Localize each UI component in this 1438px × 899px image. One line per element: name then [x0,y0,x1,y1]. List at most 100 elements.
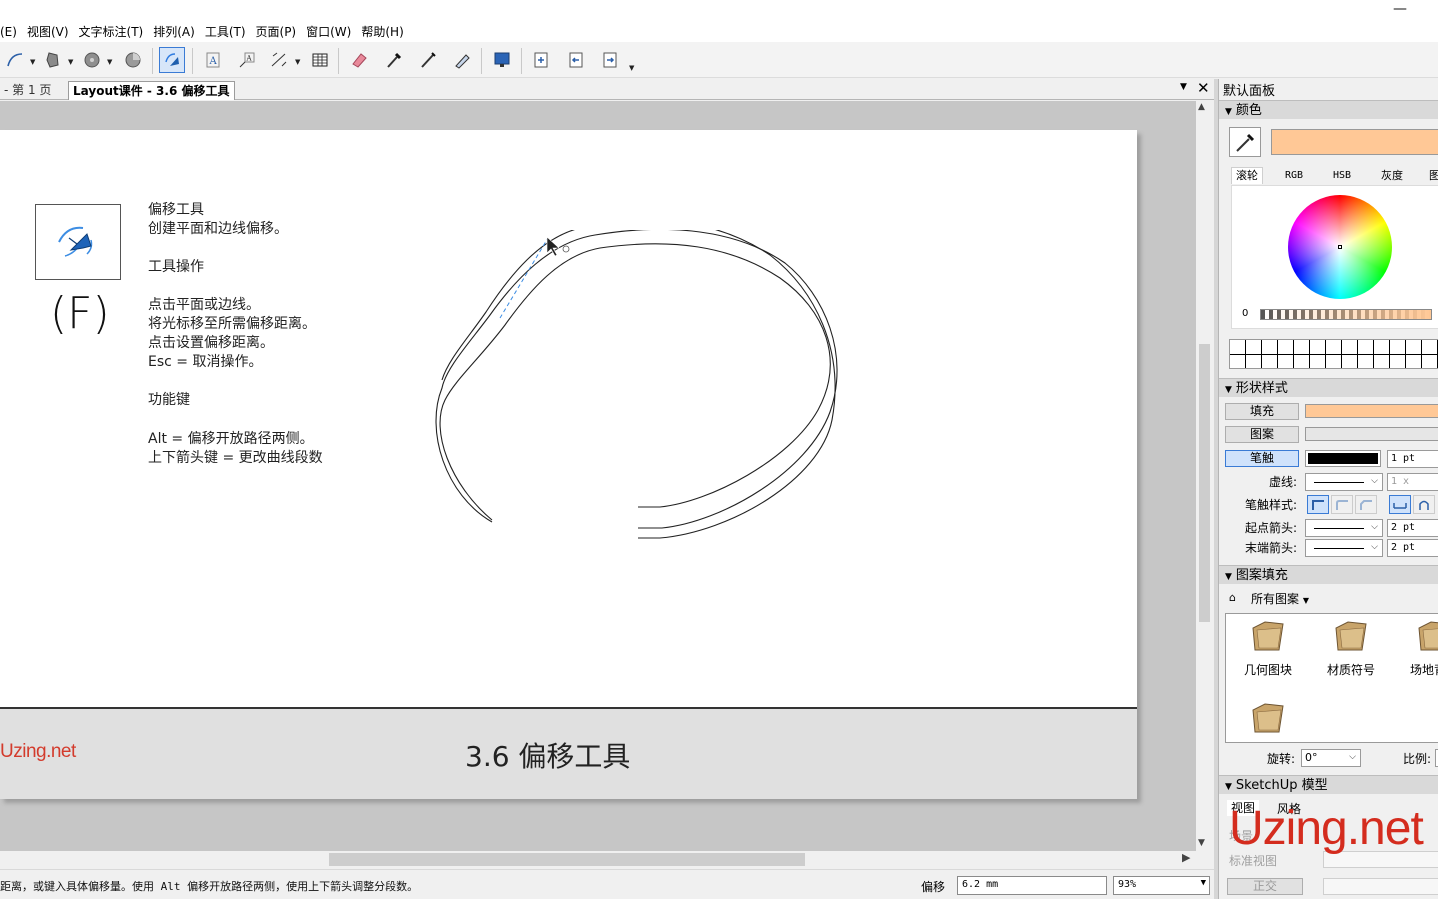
menu-help[interactable]: 帮助(H) [356,22,408,42]
color-picker-marker[interactable] [1338,245,1342,249]
dash-scale-field[interactable]: 1 x [1387,473,1438,491]
shape-style-section-header[interactable]: ▼ 形状样式 [1219,378,1438,397]
dash-select[interactable]: ⌵ [1305,473,1383,491]
color-wheel-area: 0 [1231,185,1438,329]
polygon-tool-button[interactable] [40,47,66,73]
color-wheel[interactable] [1288,195,1392,299]
home-icon[interactable]: ⌂ [1229,591,1236,604]
offset-icon [165,53,179,66]
join-miter-button[interactable] [1389,495,1411,514]
cap-square-button[interactable] [1355,495,1377,514]
zoom-value: 93% [1118,879,1137,890]
dimension-tool-button[interactable] [266,47,292,73]
document-canvas[interactable]: (F) 偏移工具 创建平面和边线偏移。 工具操作 点击平面或边线。 将光标移至所… [0,101,1196,851]
cap-round-button[interactable] [1331,495,1353,514]
rotate-select[interactable]: 0° ⌵ [1301,749,1361,767]
tab-page[interactable]: - 第 1 页 [0,81,55,100]
arc-tool-button[interactable] [2,47,28,73]
minimize-button[interactable]: — [1390,2,1410,18]
offset-icon [58,226,93,257]
stroke-color-swatch[interactable] [1305,450,1381,467]
toolbar: ▼ ▼ ▼ A A ▼ ▼ [0,42,1438,78]
join-round-button[interactable] [1413,495,1435,514]
tab-document[interactable]: Layout课件 - 3.6 偏移工具 [68,81,235,100]
opacity-slider[interactable] [1260,309,1432,320]
end-arrow-size-field[interactable]: 2 pt [1387,539,1438,557]
pattern-toggle-button[interactable]: 图案 [1225,426,1299,443]
tab-image[interactable]: 图 [1429,168,1438,184]
close-icon[interactable]: ✕ [1197,79,1210,97]
eyedropper-button[interactable] [1229,127,1261,157]
add-page-button[interactable] [528,47,554,73]
chevron-down-icon[interactable]: ▼ [68,58,73,66]
svg-text:A: A [246,55,253,63]
menu-pages[interactable]: 页面(P) [251,22,302,42]
tab-rgb[interactable]: RGB [1285,168,1303,184]
sketchup-model-section-header[interactable]: ▼ SketchUp 模型 [1219,775,1438,794]
folder-label: 几何图块 [1243,663,1292,677]
folder-icon [1418,621,1438,651]
split-tool-button[interactable] [415,47,441,73]
add-page-icon [534,52,548,68]
end-arrow-select[interactable]: ⌵ [1305,539,1383,557]
eraser-tool-button[interactable] [346,47,372,73]
label-tool-button[interactable]: A [234,47,260,73]
menu-arrange[interactable]: 排列(A) [148,22,200,42]
menu-window[interactable]: 窗口(W) [301,22,356,42]
offset-value-input[interactable]: 6.2 mm [957,876,1107,895]
menu-tools[interactable]: 工具(T) [200,22,251,42]
tab-hsb[interactable]: HSB [1333,168,1351,184]
stroke-toggle-button[interactable]: 笔触 [1225,450,1299,467]
menu-text[interactable]: 文字标注(T) [74,22,149,42]
vertical-scroll-thumb[interactable] [1199,344,1210,622]
style-tool-button[interactable] [381,47,407,73]
colors-section-header[interactable]: ▼ 颜色 [1219,100,1438,119]
tab-color-wheel[interactable]: 滚轮 [1231,167,1263,184]
pie-tool-button[interactable] [120,47,146,73]
scroll-up-icon[interactable]: ▲ [1198,102,1205,112]
next-page-button[interactable] [597,47,623,73]
fill-toggle-button[interactable]: 填充 [1225,403,1299,420]
pattern-fill-section-header[interactable]: ▼ 图案填充 [1219,565,1438,584]
ortho-button[interactable]: 正交 [1227,878,1303,895]
scroll-right-icon[interactable]: ▶ [1182,851,1190,864]
presentation-button[interactable] [489,47,515,73]
menu-edit[interactable]: (E) [0,22,22,42]
folder-icon [1252,703,1284,733]
toolbar-overflow-icon[interactable]: ▼ [629,64,634,72]
tab-grayscale[interactable]: 灰度 [1381,168,1403,184]
chevron-down-icon[interactable]: ▼ [107,58,112,66]
layout-page[interactable]: (F) 偏移工具 创建平面和边线偏移。 工具操作 点击平面或边线。 将光标移至所… [0,130,1137,799]
table-tool-button[interactable] [307,47,333,73]
start-arrow-select[interactable]: ⌵ [1305,519,1383,537]
outer-offset-curve [439,243,831,521]
menu-view[interactable]: 视图(V) [22,22,74,42]
text-tool-button[interactable]: A [200,47,226,73]
offset-drawing[interactable] [430,230,850,550]
circle-tool-button[interactable] [79,47,105,73]
pattern-library-select[interactable]: 所有图案 ▼ [1251,590,1309,607]
horizontal-scroll-thumb[interactable] [329,853,805,866]
chevron-down-icon: ▼ [1302,596,1309,605]
tab-list-icon[interactable]: ▼ [1180,82,1187,92]
cap-butt-button[interactable] [1307,495,1329,514]
current-color-swatch[interactable] [1271,129,1438,155]
chevron-down-icon[interactable]: ▼ [30,58,35,66]
folder-material[interactable]: 材质符号 [1311,620,1391,678]
folder-more[interactable] [1228,702,1308,742]
start-arrow-size-field[interactable]: 2 pt [1387,519,1438,537]
chevron-down-icon[interactable]: ▼ [295,58,300,66]
zoom-select[interactable]: 93% ▼ [1113,876,1210,895]
scroll-down-icon[interactable]: ▼ [1198,838,1205,848]
previous-page-icon [569,52,583,68]
stroke-width-field[interactable]: 1 pt [1387,450,1438,468]
ortho-scale-select[interactable] [1323,878,1438,895]
offset-tool-button[interactable] [159,47,185,73]
folder-geometric[interactable]: 几何图块 [1228,620,1308,678]
previous-page-button[interactable] [563,47,589,73]
color-swatch-grid[interactable] [1229,339,1438,369]
folder-site[interactable]: 场地背景 [1394,620,1438,678]
pattern-swatch[interactable] [1305,427,1438,441]
join-tool-button[interactable] [449,47,475,73]
fill-color-swatch[interactable] [1305,404,1438,418]
